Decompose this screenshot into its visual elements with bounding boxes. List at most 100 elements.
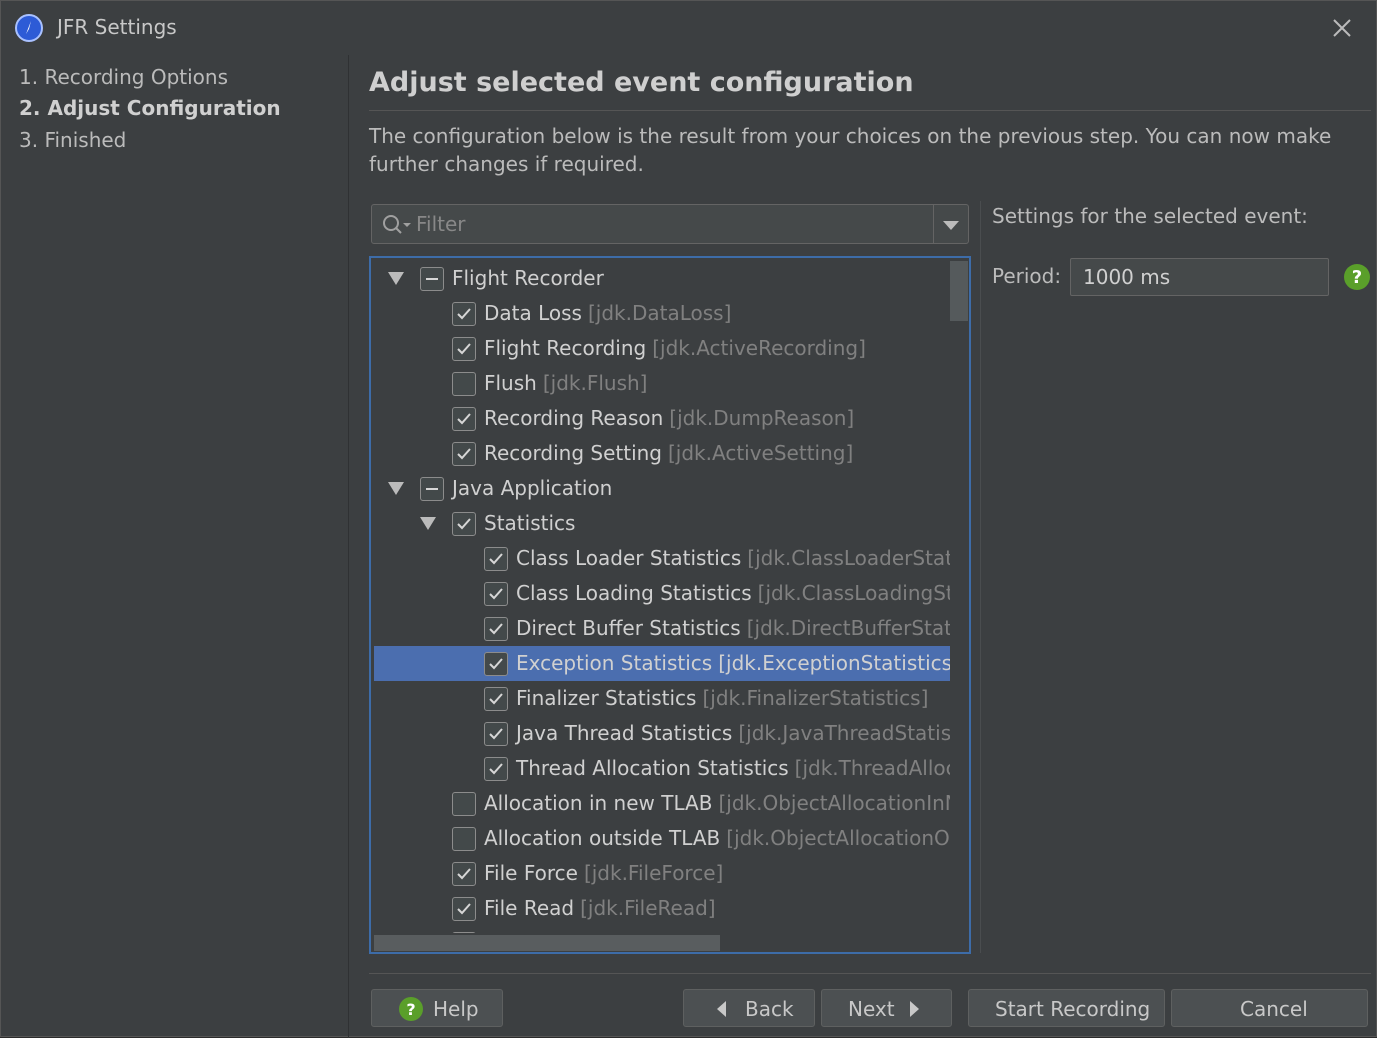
tree-row[interactable]: Thread Allocation Statistics [jdk.ThreadA… [374, 751, 950, 786]
vertical-scrollbar-thumb[interactable] [950, 261, 968, 321]
event-name: Java Thread Statistics [516, 721, 733, 745]
help-icon[interactable]: ? [1343, 263, 1371, 291]
tree-checkbox[interactable] [452, 442, 476, 466]
tree-row-label: Exception Statistics [jdk.ExceptionStatis… [516, 651, 950, 675]
wizard-steps: 1. Recording Options 2. Adjust Configura… [1, 55, 349, 1038]
chevron-down-icon[interactable] [934, 205, 968, 243]
event-name: Flush [484, 371, 537, 395]
tree-checkbox[interactable] [452, 512, 476, 536]
event-id: [jdk.DataLoss] [587, 301, 732, 325]
tree-row-label: Thread Allocation Statistics [jdk.ThreadA… [516, 756, 950, 780]
tree-row[interactable]: File Force [jdk.FileForce] [374, 856, 950, 891]
search-icon[interactable] [381, 213, 413, 237]
tree-checkbox[interactable] [420, 477, 444, 501]
tree-row[interactable]: Java Application [374, 471, 950, 506]
tree-checkbox[interactable] [452, 932, 476, 933]
tree-row[interactable]: Recording Setting [jdk.ActiveSetting] [374, 436, 950, 471]
tree-checkbox[interactable] [484, 547, 508, 571]
cancel-button[interactable]: Cancel [1171, 989, 1368, 1027]
event-name: Flight Recording [484, 336, 647, 360]
help-icon: ? [399, 997, 423, 1021]
cancel-button-label: Cancel [1240, 997, 1308, 1021]
tree-checkbox[interactable] [484, 582, 508, 606]
period-label: Period: [992, 264, 1062, 288]
event-id: [jdk.ObjectAllocationInNew [718, 791, 950, 815]
tree-row[interactable]: Finalizer Statistics [jdk.FinalizerStatis… [374, 681, 950, 716]
filter-box [371, 204, 969, 244]
event-name: Allocation outside TLAB [484, 826, 721, 850]
tree-row[interactable]: Exception Statistics [jdk.ExceptionStatis… [374, 646, 950, 681]
tree-checkbox[interactable] [484, 757, 508, 781]
tree-checkbox[interactable] [452, 792, 476, 816]
tree-row-label: Flush [jdk.Flush] [484, 371, 647, 395]
expand-arrow-icon[interactable] [388, 272, 404, 285]
next-button[interactable]: Next [821, 989, 952, 1027]
tree-row-label: Statistics [484, 511, 575, 535]
help-button[interactable]: ? Help [371, 989, 503, 1027]
step-finished[interactable]: 3. Finished [19, 128, 126, 152]
event-id: [jdk.ClassLoaderStatistics [747, 546, 950, 570]
svg-text:?: ? [1352, 267, 1362, 288]
tree-checkbox[interactable] [452, 337, 476, 361]
footer-divider [369, 973, 1371, 974]
tree-checkbox[interactable] [484, 617, 508, 641]
back-button[interactable]: Back [683, 989, 815, 1027]
expand-arrow-icon[interactable] [420, 517, 436, 530]
help-button-label: Help [433, 997, 479, 1021]
event-tree[interactable]: Flight Recorder Data Loss [jdk.DataLoss] Fl… [369, 256, 971, 954]
tree-row-label: Allocation in new TLAB [jdk.ObjectAllocat… [484, 791, 950, 815]
title-bar: JFR Settings [1, 1, 1377, 55]
event-name: File Read [484, 896, 575, 920]
arrow-left-icon [717, 1001, 726, 1017]
tree-checkbox[interactable] [452, 827, 476, 851]
start-recording-button-label: Start Recording [995, 997, 1151, 1021]
tree-checkbox[interactable] [452, 372, 476, 396]
tree-row[interactable]: Class Loader Statistics [jdk.ClassLoaderS… [374, 541, 950, 576]
tree-row[interactable]: Allocation outside TLAB [jdk.ObjectAlloca… [374, 821, 950, 856]
tree-row[interactable]: File Read [jdk.FileRead] [374, 891, 950, 926]
tree-checkbox[interactable] [484, 652, 508, 676]
tree-row[interactable]: Allocation in new TLAB [jdk.ObjectAllocat… [374, 786, 950, 821]
event-id: [jdk.FileForce] [583, 861, 724, 885]
tree-row-label: Java Thread Statistics [jdk.JavaThreadSta… [516, 721, 950, 745]
start-recording-button[interactable]: Start Recording [968, 989, 1165, 1027]
tree-row[interactable]: Class Loading Statistics [jdk.ClassLoadin… [374, 576, 950, 611]
tree-row-label: Finalizer Statistics [jdk.FinalizerStatis… [516, 686, 928, 710]
tree-checkbox[interactable] [484, 687, 508, 711]
tree-row-label: Data Loss [jdk.DataLoss] [484, 301, 731, 325]
settings-title: Settings for the selected event: [992, 204, 1308, 228]
filter-input[interactable] [416, 208, 926, 240]
event-id: [jdk.DirectBufferStatistics [746, 616, 950, 640]
event-id: [jdk.ObjectAllocationOutsi [726, 826, 950, 850]
tree-row-label: Class Loader Statistics [jdk.ClassLoaderS… [516, 546, 950, 570]
arrow-right-icon [910, 1001, 919, 1017]
tree-row[interactable]: Java Thread Statistics [jdk.JavaThreadSta… [374, 716, 950, 751]
tree-checkbox[interactable] [420, 267, 444, 291]
tree-checkbox[interactable] [452, 407, 476, 431]
tree-row[interactable]: Flight Recording [jdk.ActiveRecording] [374, 331, 950, 366]
tree-checkbox[interactable] [452, 302, 476, 326]
page-description: The configuration below is the result fr… [369, 124, 1332, 176]
period-field[interactable] [1070, 258, 1329, 296]
close-icon[interactable] [1327, 13, 1357, 43]
tree-row[interactable]: Flush [jdk.Flush] [374, 366, 950, 401]
tree-row[interactable]: Data Loss [jdk.DataLoss] [374, 296, 950, 331]
horizontal-scrollbar-thumb[interactable] [374, 935, 720, 951]
expand-arrow-icon[interactable] [388, 482, 404, 495]
tree-row[interactable]: Statistics [374, 506, 950, 541]
step-recording-options[interactable]: 1. Recording Options [19, 65, 228, 89]
tree-row[interactable]: Direct Buffer Statistics [jdk.DirectBuffe… [374, 611, 950, 646]
event-name: Direct Buffer Statistics [516, 616, 741, 640]
tree-checkbox[interactable] [452, 897, 476, 921]
vertical-scrollbar-track[interactable] [950, 261, 968, 933]
tree-row[interactable]: Flight Recorder [374, 261, 950, 296]
event-id: [jdk.ActiveSetting] [668, 441, 854, 465]
page-title: Adjust selected event configuration [369, 67, 914, 98]
tree-row[interactable]: Recording Reason [jdk.DumpReason] [374, 401, 950, 436]
step-adjust-configuration[interactable]: 2. Adjust Configuration [19, 96, 281, 120]
tree-checkbox[interactable] [452, 862, 476, 886]
event-id: [jdk.ActiveRecording] [652, 336, 866, 360]
tree-checkbox[interactable] [484, 722, 508, 746]
event-tree-rows: Flight Recorder Data Loss [jdk.DataLoss] Fl… [374, 261, 950, 933]
window-title: JFR Settings [57, 15, 177, 39]
